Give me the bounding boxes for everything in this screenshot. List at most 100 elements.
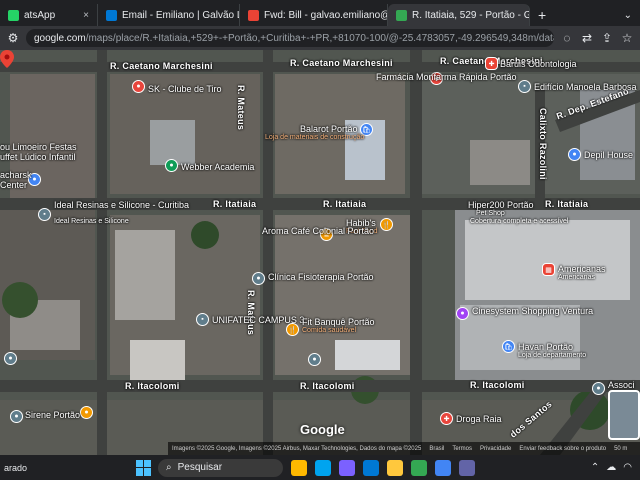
bookmark-star-icon[interactable]: ☆ xyxy=(620,31,634,45)
scale-label[interactable]: 50 m xyxy=(614,446,627,452)
chrome-icon[interactable] xyxy=(411,459,427,476)
place-label: Webber Academia xyxy=(181,162,255,172)
place-label: Hiper200 Portão xyxy=(468,200,534,210)
gym-pin[interactable]: ● xyxy=(165,159,178,172)
sirene-pin[interactable]: ● xyxy=(80,406,93,419)
place-label: Baruis Odontologia xyxy=(500,59,577,69)
place-label: Droga Raia xyxy=(456,414,502,424)
chevron-up-icon[interactable]: ⌃ xyxy=(591,462,599,473)
tab-label: atsApp xyxy=(24,9,56,21)
place-sublabel: Ideal Resinas e Silicone xyxy=(54,218,129,225)
taskbar-search-box[interactable]: ⌕ Pesquisar xyxy=(158,458,283,477)
edge-icon[interactable] xyxy=(339,459,355,476)
outlook-icon xyxy=(106,9,117,21)
place-label: Ideal Resinas e Silicone - Curitiba xyxy=(54,200,190,210)
share-icon[interactable]: ⇪ xyxy=(600,31,614,45)
street-label: R. Itatiaia xyxy=(213,199,257,209)
whatsapp-icon xyxy=(8,9,19,21)
tab-email[interactable]: Email - Emiliano | Galvão Locaç × xyxy=(98,4,240,26)
close-icon[interactable]: × xyxy=(77,10,89,21)
place-pin[interactable]: ● xyxy=(10,410,23,423)
street-label: R. Caetano Marchesini xyxy=(290,58,393,68)
satellite-map[interactable]: R. Caetano Marchesini R. Caetano Marches… xyxy=(0,50,640,455)
place-label: Edifício Manoela Barbosa xyxy=(534,82,637,92)
place-label: acharsk xyxy=(0,170,32,180)
place-label: Farmácia Monfarma Rápida Portão xyxy=(376,72,517,82)
street-label: R. Caetano Marchesini xyxy=(110,61,213,71)
building-pin[interactable]: ▪ xyxy=(518,80,531,93)
site-settings-icon[interactable]: ⚙ xyxy=(6,31,20,45)
dentist-pin[interactable]: ✚ xyxy=(485,57,498,70)
windows-start-icon[interactable] xyxy=(136,459,152,476)
place-label: Associ xyxy=(608,380,635,390)
place-label: ou Limoeiro Festas xyxy=(0,142,77,152)
place-pin[interactable]: ● xyxy=(4,352,17,365)
place-label: Fit Banquê Portão xyxy=(302,317,375,327)
outlook-taskbar-icon[interactable] xyxy=(459,459,475,476)
eye-off-icon[interactable]: ◌ xyxy=(560,31,574,45)
cloud-icon[interactable]: ☁ xyxy=(606,462,616,473)
tab-label: Email - Emiliano | Galvão Locaç xyxy=(122,9,239,21)
department-store-pin[interactable]: ▦ xyxy=(542,263,555,276)
place-label: Aroma Café Colonial Portão xyxy=(262,226,375,236)
drugstore-pin[interactable]: ✚ xyxy=(440,412,453,425)
terms-link[interactable]: Termos xyxy=(452,446,472,452)
search-placeholder: Pesquisar xyxy=(177,462,223,473)
task-view-icon[interactable] xyxy=(315,459,331,476)
translate-icon[interactable]: ⇄ xyxy=(580,31,594,45)
street-label: R. Itacolomi xyxy=(470,380,525,390)
shooting-club-pin[interactable]: ● xyxy=(132,80,145,93)
place-sublabel: Americanas xyxy=(558,274,595,281)
street-label: R. Itacolomi xyxy=(300,381,355,391)
depilation-pin[interactable]: ● xyxy=(568,148,581,161)
resin-store-pin[interactable]: ▪ xyxy=(38,208,51,221)
chevron-down-icon[interactable]: ⌄ xyxy=(616,4,640,26)
new-tab-button[interactable]: + xyxy=(530,4,554,26)
street-label: R. Itacolomi xyxy=(125,381,180,391)
tab-google-maps[interactable]: R. Itatiaia, 529 - Portão - Googl × xyxy=(388,4,530,26)
place-label: SK - Clube de Tiro xyxy=(148,84,222,94)
place-pin[interactable]: ● xyxy=(308,353,321,366)
food-pin[interactable]: 🍴 xyxy=(286,323,299,336)
place-label: Clínica Fisioterapia Portão xyxy=(268,272,374,282)
street-label: Calixto Razolini xyxy=(538,108,548,180)
clinic-pin[interactable]: ● xyxy=(252,272,265,285)
file-explorer-icon[interactable] xyxy=(387,459,403,476)
cinema-pin[interactable]: ● xyxy=(456,307,469,320)
street-label: R. Itatiaia xyxy=(323,199,367,209)
college-pin[interactable]: ▪ xyxy=(196,313,209,326)
street-label: R. Mateus xyxy=(246,290,256,336)
place-sublabel: Loja de materiais de construção xyxy=(265,134,365,141)
havan-pin[interactable]: 🛍 xyxy=(502,340,515,353)
copilot-icon[interactable] xyxy=(291,459,307,476)
location-marker-icon[interactable] xyxy=(0,50,14,68)
wifi-icon[interactable]: ◠ xyxy=(623,462,632,473)
url-path: /maps/place/R.+Itatiaia,+529+-+Portão,+C… xyxy=(85,32,554,44)
place-label: Sirene Portão xyxy=(25,410,81,420)
windows-taskbar: arado ⌕ Pesquisar ⌃ ☁ ◠ xyxy=(0,455,640,480)
tab-strip: atsApp × Email - Emiliano | Galvão Locaç… xyxy=(0,0,640,26)
street-label: R. Mateus xyxy=(236,85,246,131)
map-attribution: Imagens ©2025 Google, Imagens ©2025 Airb… xyxy=(168,442,640,455)
place-sublabel: Center xyxy=(0,180,28,190)
privacy-link[interactable]: Privacidade xyxy=(480,446,511,452)
google-maps-icon xyxy=(396,9,407,21)
attribution-text: Imagens ©2025 Google, Imagens ©2025 Airb… xyxy=(172,445,422,452)
country-link[interactable]: Brasil xyxy=(429,446,444,452)
tab-label: R. Itatiaia, 529 - Portão - Googl xyxy=(412,9,529,21)
store-icon[interactable] xyxy=(363,459,379,476)
place-sublabel: Loja de departamento xyxy=(518,352,587,359)
address-bar[interactable]: google.com/maps/place/R.+Itatiaia,+529+-… xyxy=(26,29,554,47)
place-sublabel: Comida saudável xyxy=(302,327,357,334)
street-view-thumbnail[interactable] xyxy=(608,390,640,440)
tab-label: Fwd: Bill - galvao.emiliano@gm xyxy=(264,9,387,21)
restaurant-pin[interactable]: 🍴 xyxy=(380,218,393,231)
place-label: Balarot Portão xyxy=(300,124,358,134)
association-pin[interactable]: ● xyxy=(592,382,605,395)
tab-whatsapp[interactable]: atsApp × xyxy=(0,4,98,26)
browser-toolbar: ⚙ google.com/maps/place/R.+Itatiaia,+529… xyxy=(0,26,640,50)
tab-gmail[interactable]: Fwd: Bill - galvao.emiliano@gm × xyxy=(240,4,388,26)
weather-widget[interactable]: arado xyxy=(0,463,130,473)
feedback-link[interactable]: Enviar feedback sobre o produto xyxy=(519,446,606,452)
photos-icon[interactable] xyxy=(435,459,451,476)
